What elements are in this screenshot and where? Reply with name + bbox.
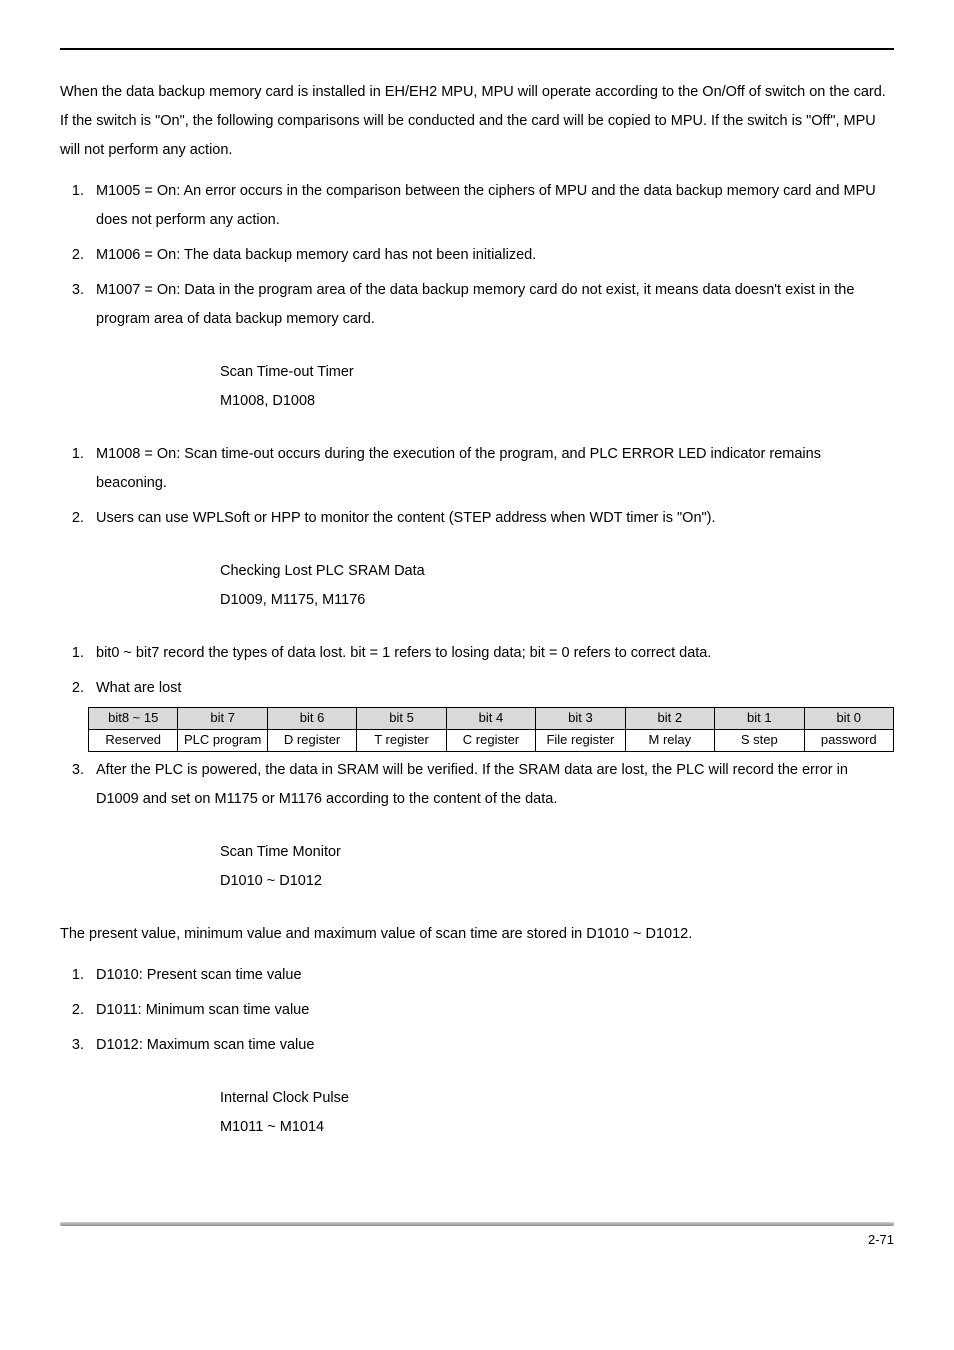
- section-scan-monitor: Scan Time Monitor D1010 ~ D1012: [220, 838, 894, 896]
- list-item: D1012: Maximum scan time value: [88, 1031, 894, 1060]
- table-header: bit 5: [357, 708, 446, 730]
- table-cell: T register: [357, 729, 446, 751]
- top-divider: [60, 48, 894, 50]
- footer: 2-71: [60, 1222, 894, 1247]
- section-title: Internal Clock Pulse: [220, 1084, 894, 1113]
- table-row: Reserved PLC program D register T regist…: [89, 729, 894, 751]
- table-cell: password: [804, 729, 894, 751]
- list-item: Users can use WPLSoft or HPP to monitor …: [88, 504, 894, 533]
- section-title: Checking Lost PLC SRAM Data: [220, 557, 894, 586]
- list-item: What are lost: [88, 674, 894, 703]
- section-code: M1008, D1008: [220, 387, 894, 416]
- table-header: bit 6: [267, 708, 356, 730]
- table-header-row: bit8 ~ 15 bit 7 bit 6 bit 5 bit 4 bit 3 …: [89, 708, 894, 730]
- table-cell: File register: [536, 729, 625, 751]
- list-item: D1010: Present scan time value: [88, 961, 894, 990]
- section-clock-pulse: Internal Clock Pulse M1011 ~ M1014: [220, 1084, 894, 1142]
- section-scan-timeout: Scan Time-out Timer M1008, D1008: [220, 358, 894, 416]
- table-header: bit 2: [625, 708, 714, 730]
- table-cell: PLC program: [178, 729, 267, 751]
- table-header: bit 3: [536, 708, 625, 730]
- list-item: After the PLC is powered, the data in SR…: [88, 756, 894, 814]
- scan-monitor-lead: The present value, minimum value and max…: [60, 920, 894, 949]
- list-item: bit0 ~ bit7 record the types of data los…: [88, 639, 894, 668]
- footer-divider: [60, 1222, 894, 1226]
- table-header: bit8 ~ 15: [89, 708, 178, 730]
- section-code: M1011 ~ M1014: [220, 1113, 894, 1142]
- bits-table: bit8 ~ 15 bit 7 bit 6 bit 5 bit 4 bit 3 …: [88, 707, 894, 752]
- intro-list: M1005 = On: An error occurs in the compa…: [60, 177, 894, 334]
- section-title: Scan Time-out Timer: [220, 358, 894, 387]
- list-item: M1008 = On: Scan time-out occurs during …: [88, 440, 894, 498]
- lost-sram-list-cont: After the PLC is powered, the data in SR…: [60, 756, 894, 814]
- table-cell: M relay: [625, 729, 714, 751]
- table-header: bit 1: [715, 708, 804, 730]
- scan-timeout-list: M1008 = On: Scan time-out occurs during …: [60, 440, 894, 533]
- table-cell: Reserved: [89, 729, 178, 751]
- list-item: M1005 = On: An error occurs in the compa…: [88, 177, 894, 235]
- page-container: When the data backup memory card is inst…: [0, 0, 954, 1287]
- table-cell: S step: [715, 729, 804, 751]
- table-cell: C register: [446, 729, 535, 751]
- table-cell: D register: [267, 729, 356, 751]
- section-code: D1009, M1175, M1176: [220, 586, 894, 615]
- intro-paragraph: When the data backup memory card is inst…: [60, 78, 894, 165]
- section-code: D1010 ~ D1012: [220, 867, 894, 896]
- scan-monitor-list: D1010: Present scan time value D1011: Mi…: [60, 961, 894, 1060]
- lost-sram-list: bit0 ~ bit7 record the types of data los…: [60, 639, 894, 703]
- table-header: bit 4: [446, 708, 535, 730]
- list-item: M1006 = On: The data backup memory card …: [88, 241, 894, 270]
- list-item: M1007 = On: Data in the program area of …: [88, 276, 894, 334]
- list-item: D1011: Minimum scan time value: [88, 996, 894, 1025]
- section-lost-sram: Checking Lost PLC SRAM Data D1009, M1175…: [220, 557, 894, 615]
- page-number: 2-71: [60, 1232, 894, 1247]
- table-header: bit 0: [804, 708, 894, 730]
- table-header: bit 7: [178, 708, 267, 730]
- bits-table-wrap: bit8 ~ 15 bit 7 bit 6 bit 5 bit 4 bit 3 …: [88, 707, 894, 752]
- section-title: Scan Time Monitor: [220, 838, 894, 867]
